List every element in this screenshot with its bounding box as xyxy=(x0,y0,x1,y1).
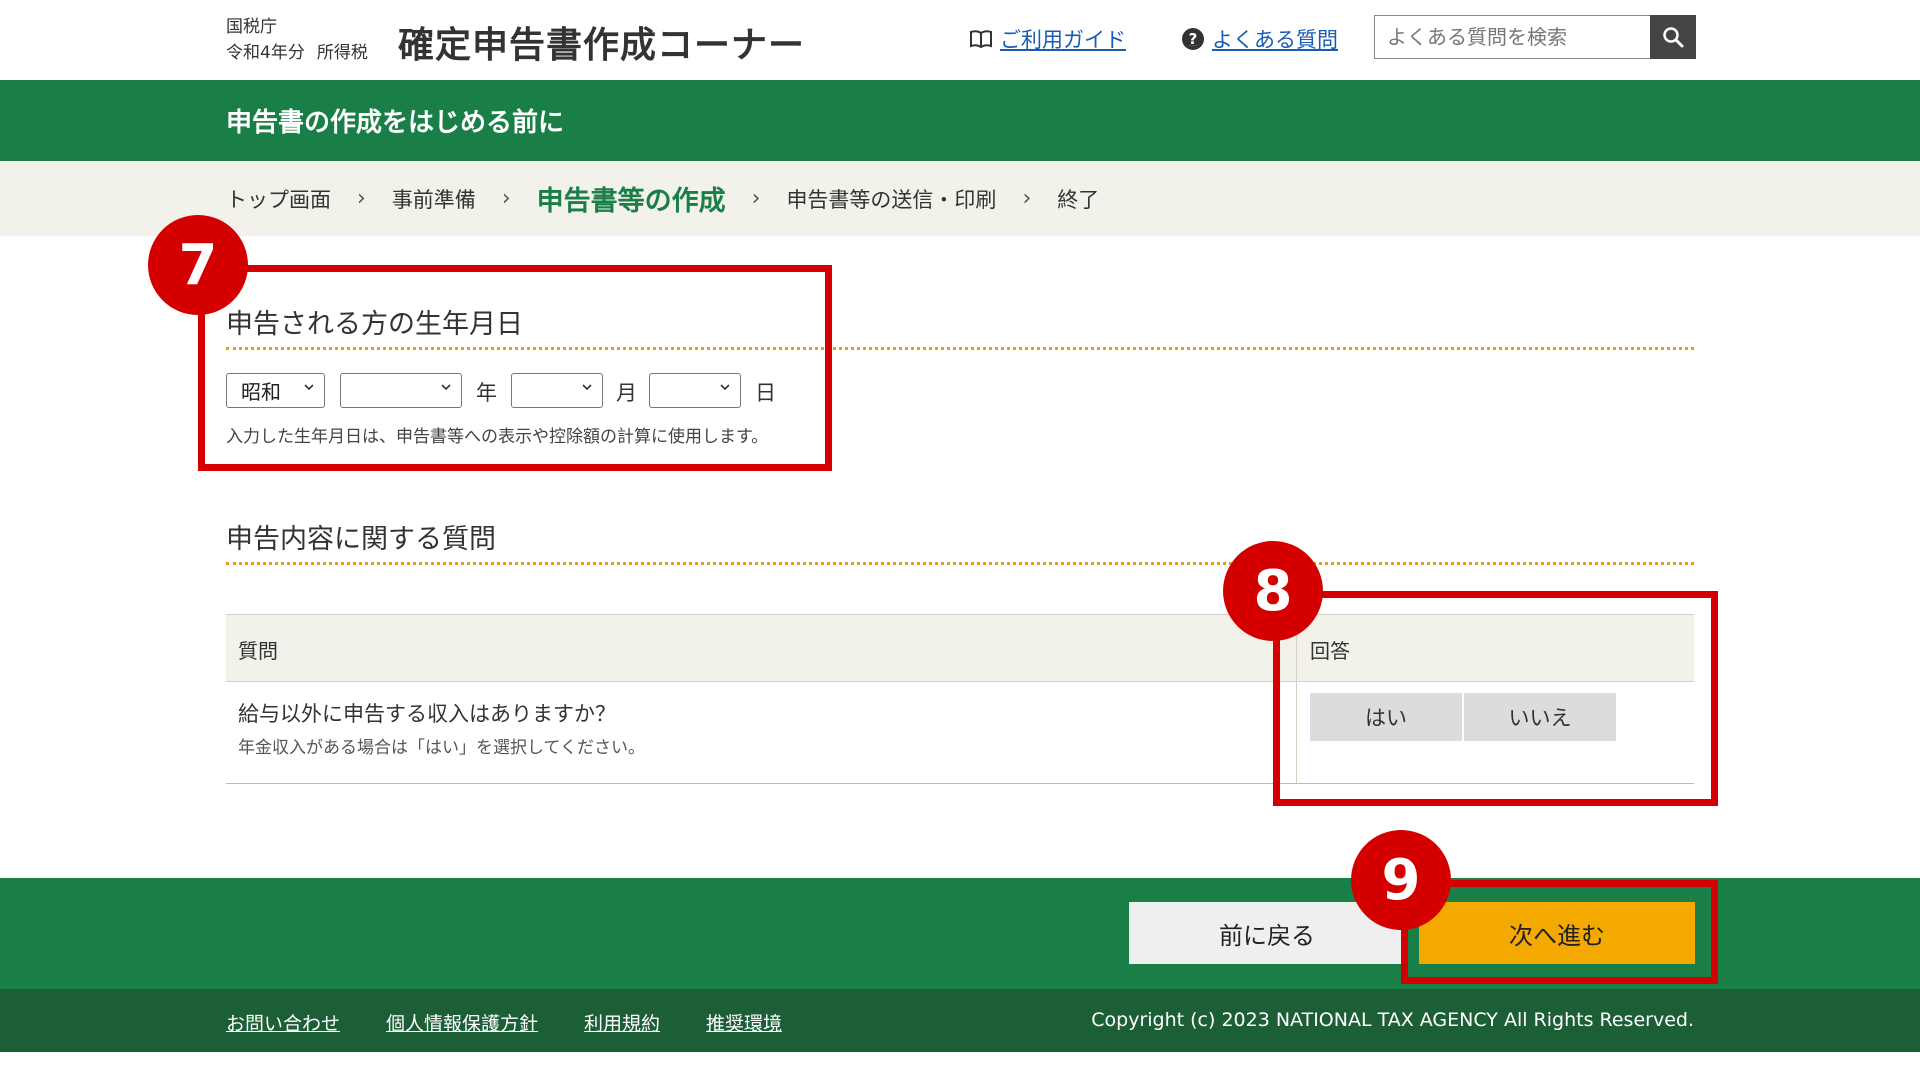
site-title[interactable]: 確定申告書作成コーナー xyxy=(398,16,805,68)
column-header-question: 質問 xyxy=(238,639,278,663)
breadcrumb-step-end: 終了 xyxy=(1057,187,1100,212)
section-divider xyxy=(226,562,1694,565)
guide-link-label: ご利用ガイド xyxy=(1000,28,1126,52)
tax-year: 令和4年分 xyxy=(226,43,305,63)
copyright: Copyright (c) 2023 NATIONAL TAX AGENCY A… xyxy=(1091,1009,1694,1031)
agency-block: 国税庁 令和4年分 所得税 xyxy=(226,14,380,66)
footer-link-terms[interactable]: 利用規約 xyxy=(584,1009,660,1036)
chevron-right-icon: › xyxy=(357,186,366,211)
breadcrumb-step-prep: 事前準備 xyxy=(391,187,476,212)
book-icon xyxy=(970,30,992,48)
question-circle-icon: ? xyxy=(1182,28,1204,50)
search-button[interactable] xyxy=(1650,15,1696,59)
page-title: 申告書の作成をはじめる前に xyxy=(226,108,565,138)
footer-link-privacy[interactable]: 個人情報保護方針 xyxy=(386,1009,538,1036)
annotation-badge-9: 9 xyxy=(1351,830,1451,930)
guide-link[interactable]: ご利用ガイド xyxy=(970,24,1126,54)
footer-link-contact[interactable]: お問い合わせ xyxy=(226,1009,340,1036)
breadcrumb: トップ画面 › 事前準備 › 申告書等の作成 › 申告書等の送信・印刷 › 終了 xyxy=(0,161,1920,236)
site-header: 国税庁 令和4年分 所得税 確定申告書作成コーナー ご利用ガイド ? よくある質問 xyxy=(0,0,1920,80)
agency-name: 国税庁 xyxy=(226,17,277,37)
footer-link-environment[interactable]: 推奨環境 xyxy=(706,1009,782,1036)
annotation-box-7 xyxy=(198,265,832,471)
tax-type: 所得税 xyxy=(316,43,368,63)
chevron-right-icon: › xyxy=(1022,186,1032,211)
breadcrumb-step-create: 申告書等の作成 xyxy=(536,186,726,217)
faq-search xyxy=(1374,15,1696,59)
annotation-box-9 xyxy=(1401,880,1718,984)
chevron-right-icon: › xyxy=(501,186,511,211)
site-footer: お問い合わせ 個人情報保護方針 利用規約 推奨環境 Copyright (c) … xyxy=(0,989,1920,1052)
faq-link[interactable]: ? よくある質問 xyxy=(1182,24,1338,54)
question-subtext: 年金収入がある場合は「はい」を選択してください。 xyxy=(238,738,645,758)
breadcrumb-step-send: 申告書等の送信・印刷 xyxy=(786,187,997,212)
breadcrumb-step-top: トップ画面 xyxy=(226,187,331,212)
chevron-right-icon: › xyxy=(751,186,761,211)
question-text: 給与以外に申告する収入はありますか？ xyxy=(238,702,616,726)
questions-section-title: 申告内容に関する質問 xyxy=(226,524,496,555)
annotation-badge-8: 8 xyxy=(1223,541,1323,641)
annotation-badge-7: 7 xyxy=(148,215,248,315)
annotation-box-8 xyxy=(1273,591,1718,806)
faq-link-label: よくある質問 xyxy=(1212,28,1338,52)
page-title-bar: 申告書の作成をはじめる前に xyxy=(0,80,1920,161)
search-input[interactable] xyxy=(1374,15,1650,59)
search-icon xyxy=(1663,27,1684,48)
